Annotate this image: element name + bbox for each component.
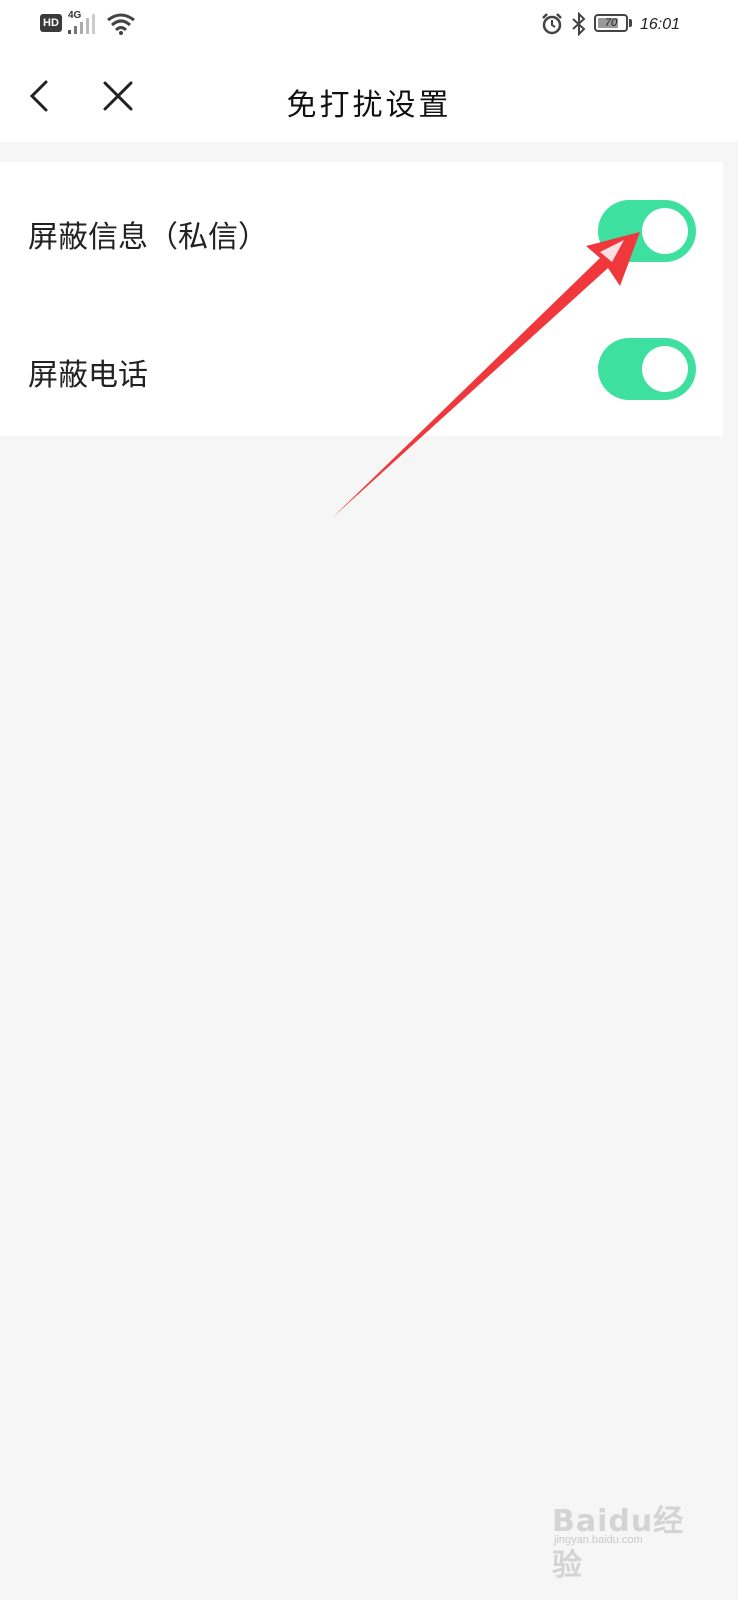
battery-cap bbox=[629, 19, 632, 27]
page-title: 免打扰设置 bbox=[286, 88, 452, 123]
wifi-icon bbox=[107, 13, 135, 35]
watermark-logo: Baidu经验 jingyan.baidu.com bbox=[552, 1490, 692, 1583]
setting-row-block-calls[interactable]: 屏蔽电话 bbox=[0, 300, 723, 438]
alarm-icon bbox=[542, 13, 562, 35]
watermark-url: jingyan.baidu.com bbox=[554, 1534, 643, 1546]
status-bar: HD 4G 70 16:01 bbox=[0, 0, 738, 50]
toggle-knob bbox=[642, 208, 688, 254]
setting-label: 屏蔽电话 bbox=[28, 358, 148, 393]
clock: 16:01 bbox=[640, 16, 681, 33]
battery-icon: 70 bbox=[594, 14, 628, 32]
settings-list: 屏蔽信息（私信） 屏蔽电话 bbox=[0, 162, 723, 436]
setting-label: 屏蔽信息（私信） bbox=[28, 220, 268, 255]
signal-icon bbox=[68, 14, 95, 34]
setting-row-block-messages[interactable]: 屏蔽信息（私信） bbox=[0, 162, 723, 300]
toggle-knob bbox=[642, 346, 688, 392]
block-calls-toggle[interactable] bbox=[598, 338, 696, 400]
battery-level: 70 bbox=[604, 17, 618, 29]
bluetooth-icon bbox=[572, 12, 586, 36]
hd-badge: HD bbox=[40, 14, 62, 32]
page-header: 免打扰设置 bbox=[0, 50, 738, 142]
block-messages-toggle[interactable] bbox=[598, 200, 696, 262]
